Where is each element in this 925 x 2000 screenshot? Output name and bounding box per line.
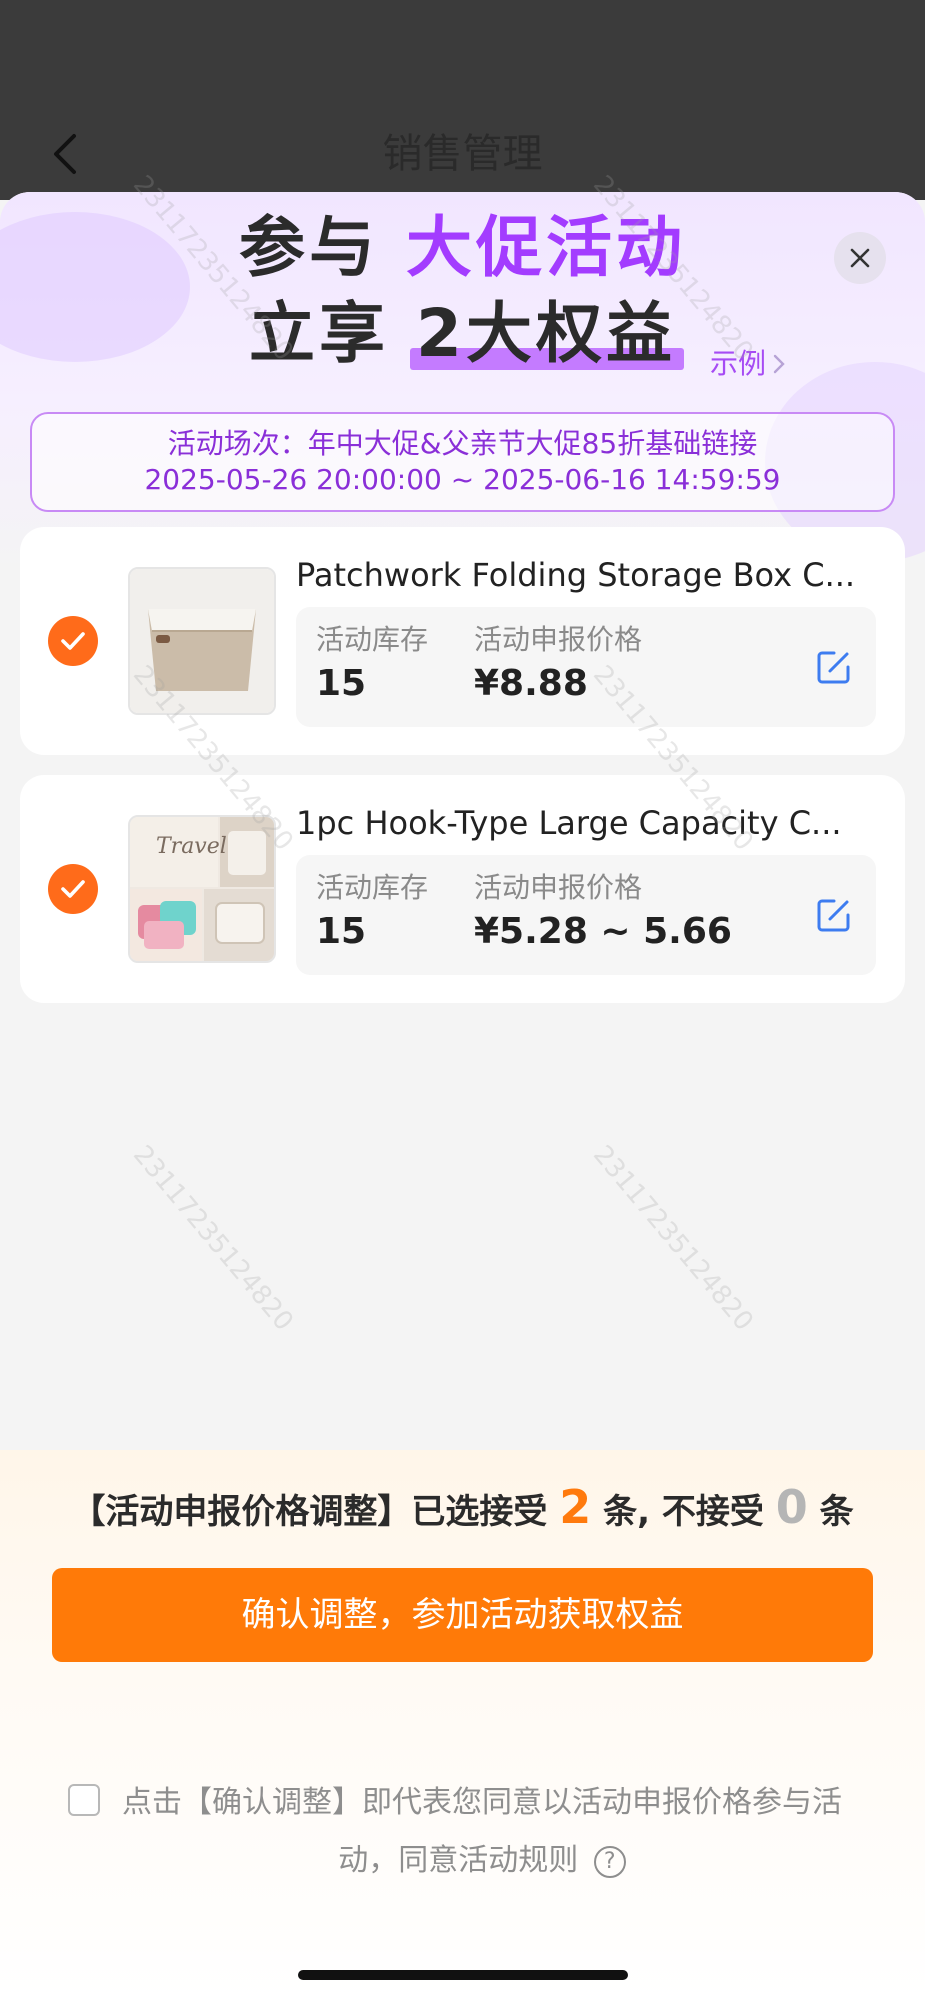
product-checkbox[interactable] bbox=[48, 616, 98, 666]
reject-count: 0 bbox=[775, 1480, 808, 1534]
product-checkbox[interactable] bbox=[48, 864, 98, 914]
summary-prefix: 【活动申报价格调整】已选接受 bbox=[71, 1492, 548, 1532]
page-header: 销售管理 bbox=[0, 0, 925, 200]
page-title: 销售管理 bbox=[382, 131, 543, 177]
headline-highlight: 大促活动 bbox=[405, 209, 686, 286]
headline-text: 参与 bbox=[239, 209, 379, 286]
stock-value: 15 bbox=[316, 911, 367, 952]
storage-box-image bbox=[130, 569, 274, 713]
checkmark-icon bbox=[61, 880, 85, 898]
product-title[interactable]: 1pc Hook-Type Large Capacity C... bbox=[296, 801, 876, 845]
price-label: 活动申报价格 bbox=[474, 871, 643, 904]
confirm-button[interactable]: 确认调整，参加活动获取权益 bbox=[52, 1568, 873, 1662]
example-label: 示例 bbox=[710, 347, 767, 380]
selection-summary: 【活动申报价格调整】已选接受 2 条, 不接受 0 条 bbox=[0, 1480, 925, 1539]
product-card: Patchwork Folding Storage Box C... 活动库存 … bbox=[20, 527, 905, 755]
headline-line-2: 立享 2大权益 bbox=[0, 294, 925, 374]
help-icon[interactable]: ? bbox=[593, 1845, 626, 1878]
headline-benefit: 2大权益 bbox=[410, 295, 684, 372]
edit-icon bbox=[817, 651, 850, 684]
accept-count: 2 bbox=[559, 1480, 592, 1534]
edit-price-button[interactable] bbox=[814, 647, 854, 687]
price-value: ¥8.88 bbox=[474, 663, 588, 704]
stock-label: 活动库存 bbox=[316, 623, 429, 656]
event-info-box: 活动场次：年中大促&父亲节大促85折基础链接 2025-05-26 20:00:… bbox=[30, 412, 895, 512]
price-label: 活动申报价格 bbox=[474, 623, 643, 656]
product-thumbnail: Travel bbox=[128, 815, 276, 963]
checkmark-icon bbox=[61, 632, 85, 650]
close-button[interactable] bbox=[834, 232, 886, 284]
event-name: 活动场次：年中大促&父亲节大促85折基础链接 bbox=[167, 427, 758, 460]
travel-bag-image: Travel bbox=[130, 817, 274, 961]
product-activity-info: 活动库存 15 活动申报价格 ¥5.28 ~ 5.66 bbox=[296, 855, 876, 975]
product-card: Travel 1pc Hook-Type Large Capacity C...… bbox=[20, 775, 905, 1003]
summary-suffix: 条 bbox=[819, 1492, 854, 1532]
close-icon bbox=[850, 248, 870, 268]
footer-panel: 【活动申报价格调整】已选接受 2 条, 不接受 0 条 确认调整，参加活动获取权… bbox=[0, 1450, 925, 2000]
stock-label: 活动库存 bbox=[316, 871, 429, 904]
event-period: 2025-05-26 20:00:00 ~ 2025-06-16 14:59:5… bbox=[144, 463, 781, 496]
chevron-right-icon bbox=[773, 354, 785, 374]
stock-value: 15 bbox=[316, 663, 367, 704]
headline-line-1: 参与 大促活动 bbox=[0, 208, 925, 288]
product-activity-info: 活动库存 15 活动申报价格 ¥8.88 bbox=[296, 607, 876, 727]
agreement-text-block: 点击【确认调整】即代表您同意以活动申报价格参与活动，同意活动规则 ? bbox=[112, 1774, 852, 1890]
agreement-text: 点击【确认调整】即代表您同意以活动申报价格参与活动，同意活动规则 bbox=[122, 1785, 842, 1878]
summary-mid: 条, 不接受 bbox=[603, 1492, 764, 1532]
product-title[interactable]: Patchwork Folding Storage Box C... bbox=[296, 553, 876, 597]
product-thumbnail bbox=[128, 567, 276, 715]
edit-price-button[interactable] bbox=[814, 895, 854, 935]
home-indicator bbox=[298, 1970, 628, 1980]
price-value: ¥5.28 ~ 5.66 bbox=[474, 911, 732, 952]
example-link[interactable]: 示例 bbox=[710, 344, 786, 384]
agreement-checkbox[interactable] bbox=[68, 1784, 100, 1816]
headline-text: 立享 bbox=[249, 295, 390, 372]
edit-icon bbox=[817, 899, 850, 932]
thumb-text: Travel bbox=[156, 834, 227, 859]
